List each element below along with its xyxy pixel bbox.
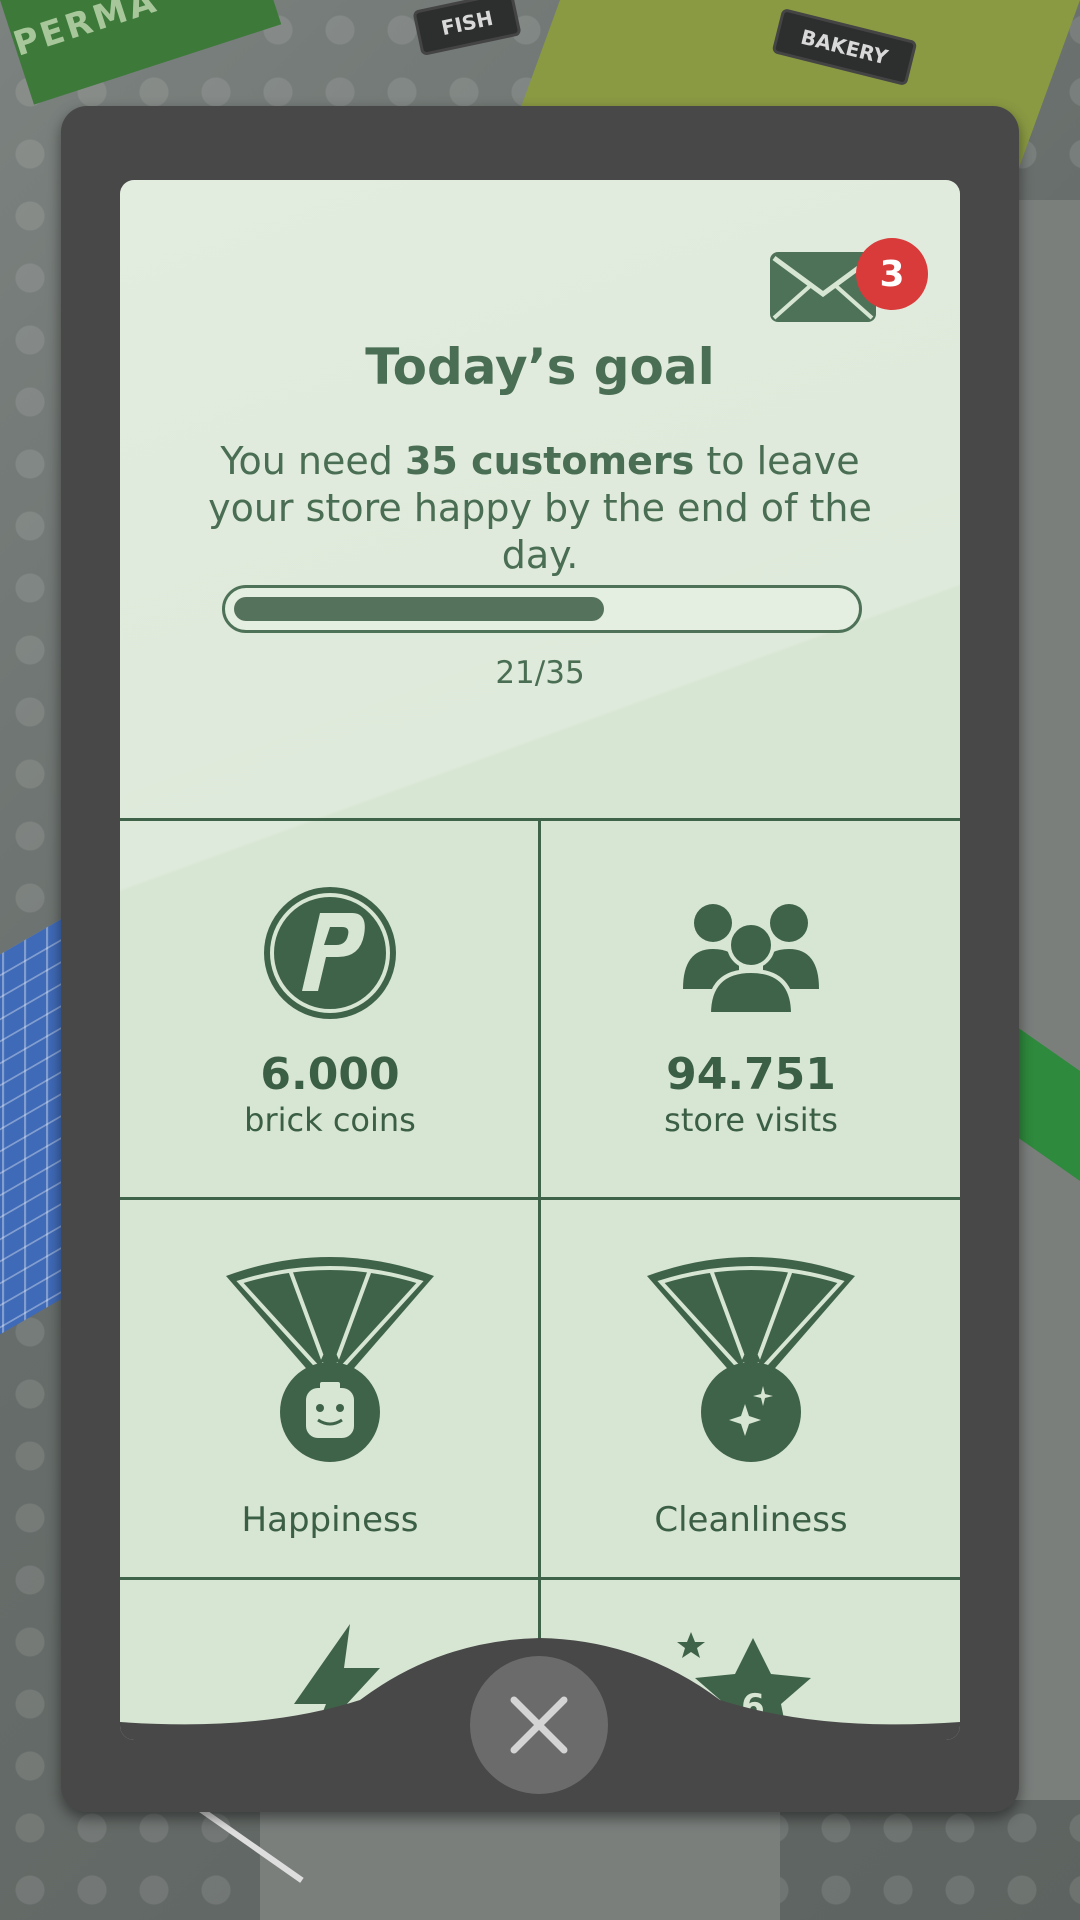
stat-cleanliness: Cleanliness [541,1200,960,1578]
stat-store-visits: 94.751 store visits [541,821,960,1199]
goal-progress-bar [222,585,862,633]
cleanliness-medal-icon [647,1257,855,1462]
goal-panel: 3 Today’s goal You need 35 customers to … [120,180,960,1740]
close-icon [510,1696,568,1754]
goal-progress-text: 21/35 [495,655,585,691]
store-sign-banner: PERMA [0,0,282,105]
floor-area [1010,200,1080,1800]
goal-desc-bold: 35 customers [404,439,695,483]
store-sign-text: PERMA [8,0,164,65]
store-visits-value: 94.751 [666,1049,836,1100]
people-group-icon [683,904,819,1016]
mail-count-badge: 3 [856,238,928,310]
goal-desc-prefix: You need [220,439,405,483]
solar-panel [0,914,70,1346]
close-button[interactable] [470,1656,608,1794]
cleanliness-label: Cleanliness [654,1500,848,1540]
brick-coins-label: brick coins [244,1101,416,1139]
goal-description: You need 35 customers to leave your stor… [180,438,900,579]
fish-sign: FISH [412,0,522,57]
floor-tiles [260,1800,780,1920]
stat-happiness: Happiness [120,1200,540,1578]
brick-coin-icon [264,887,396,1019]
goal-progress-fill [234,597,604,621]
store-visits-label: store visits [664,1101,838,1139]
brick-coins-value: 6.000 [260,1049,400,1100]
happiness-medal-icon [226,1257,434,1462]
happiness-label: Happiness [241,1500,419,1540]
stat-brick-coins: 6.000 brick coins [120,821,540,1199]
goal-title: Today’s goal [365,338,715,396]
